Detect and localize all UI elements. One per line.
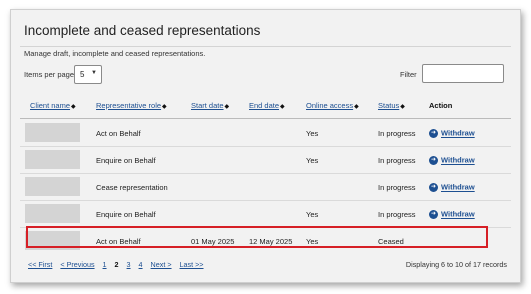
- representations-panel: Incomplete and ceased representations Ma…: [10, 9, 521, 283]
- sort-link-client-name[interactable]: Client name: [30, 101, 70, 110]
- redacted-client-name: [25, 123, 80, 142]
- withdraw-arrow-icon: ➜: [429, 209, 438, 219]
- withdraw-link[interactable]: Withdraw: [441, 210, 475, 219]
- cell-online-access: Yes: [306, 129, 319, 138]
- page-title: Incomplete and ceased representations: [24, 23, 261, 38]
- column-header-status[interactable]: Status◆: [378, 101, 405, 110]
- withdraw-link[interactable]: Withdraw: [441, 183, 475, 192]
- cell-representative-role: Act on Behalf: [96, 129, 141, 138]
- header-divider: [20, 118, 511, 119]
- sort-icon: ◆: [224, 104, 230, 110]
- column-header-online-access[interactable]: Online access◆: [306, 101, 359, 110]
- cell-status: In progress: [378, 183, 416, 192]
- sort-link-start-date[interactable]: Start date: [191, 101, 224, 110]
- pagination-last[interactable]: Last >>: [180, 260, 204, 269]
- sort-link-online-access[interactable]: Online access: [306, 101, 353, 110]
- pagination-next[interactable]: Next >: [151, 260, 172, 269]
- column-header-client-name[interactable]: Client name◆: [30, 101, 76, 110]
- items-per-page-value: 5: [80, 70, 85, 79]
- table-row: Act on Behalf Yes In progress ➜ Withdraw: [20, 120, 511, 147]
- table-row: Cease representation In progress ➜ Withdr…: [20, 174, 511, 201]
- title-divider: [20, 46, 511, 47]
- withdraw-link[interactable]: Withdraw: [441, 129, 475, 138]
- chevron-down-icon: ▼: [91, 70, 97, 76]
- sort-icon: ◆: [280, 104, 285, 110]
- column-header-end-date[interactable]: End date◆: [249, 101, 285, 110]
- pagination-page-1[interactable]: 1: [103, 260, 107, 269]
- withdraw-link[interactable]: Withdraw: [441, 156, 475, 165]
- cell-status: In progress: [378, 210, 416, 219]
- column-header-start-date[interactable]: Start date◆: [191, 101, 229, 110]
- withdraw-action[interactable]: ➜ Withdraw: [429, 182, 475, 192]
- cell-representative-role: Enquire on Behalf: [96, 156, 156, 165]
- withdraw-arrow-icon: ➜: [429, 128, 438, 138]
- sort-icon: ◆: [400, 104, 405, 110]
- cell-online-access: Yes: [306, 156, 319, 165]
- page-subtitle: Manage draft, incomplete and ceased repr…: [24, 49, 206, 58]
- table-row: Enquire on Behalf Yes In progress ➜ Withd…: [20, 201, 511, 228]
- table-row: Enquire on Behalf Yes In progress ➜ Withd…: [20, 147, 511, 174]
- column-header-action: Action: [429, 101, 453, 110]
- pagination-first[interactable]: << First: [28, 260, 52, 269]
- withdraw-action[interactable]: ➜ Withdraw: [429, 209, 475, 219]
- withdraw-action[interactable]: ➜ Withdraw: [429, 155, 475, 165]
- redacted-client-name: [25, 204, 80, 223]
- cell-status: In progress: [378, 129, 416, 138]
- items-per-page-select[interactable]: 5 ▼: [74, 65, 102, 84]
- pagination-previous[interactable]: < Previous: [60, 260, 94, 269]
- records-count: Displaying 6 to 10 of 17 records: [405, 260, 507, 269]
- redacted-client-name: [25, 150, 80, 169]
- column-header-representative-role[interactable]: Representative role◆: [96, 101, 167, 110]
- filter-label: Filter: [400, 70, 417, 79]
- cell-representative-role: Enquire on Behalf: [96, 210, 156, 219]
- cell-status: In progress: [378, 156, 416, 165]
- items-per-page-label: Items per page: [24, 70, 75, 79]
- highlight-box: [26, 226, 488, 248]
- cell-online-access: Yes: [306, 210, 319, 219]
- sort-icon: ◆: [162, 104, 167, 110]
- sort-link-end-date[interactable]: End date: [249, 101, 279, 110]
- withdraw-action[interactable]: ➜ Withdraw: [429, 128, 475, 138]
- pagination-page-3[interactable]: 3: [127, 260, 131, 269]
- filter-input[interactable]: [422, 64, 504, 83]
- withdraw-arrow-icon: ➜: [429, 182, 438, 192]
- pagination-current-page: 2: [114, 260, 119, 269]
- pagination-page-4[interactable]: 4: [139, 260, 143, 269]
- pagination: << First < Previous 1 2 3 4 Next > Last …: [28, 260, 210, 269]
- redacted-client-name: [25, 177, 80, 196]
- sort-icon: ◆: [71, 104, 76, 110]
- sort-icon: ◆: [354, 104, 359, 110]
- cell-representative-role: Cease representation: [96, 183, 168, 192]
- sort-link-status[interactable]: Status: [378, 101, 399, 110]
- withdraw-arrow-icon: ➜: [429, 155, 438, 165]
- sort-link-representative-role[interactable]: Representative role: [96, 101, 161, 110]
